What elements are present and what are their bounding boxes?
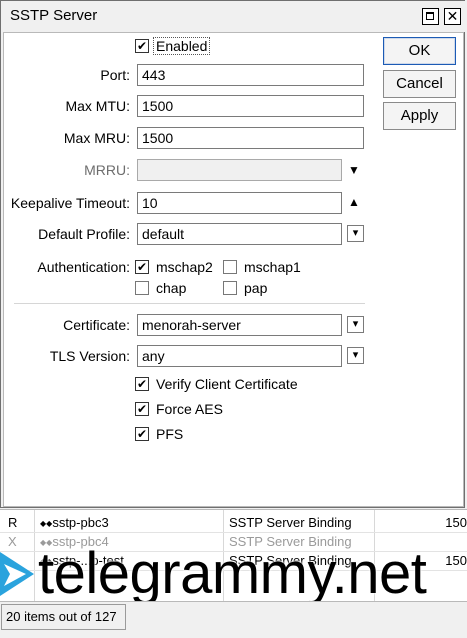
mschap1-label: mschap1 <box>244 259 301 275</box>
check-icon: ✔ <box>136 39 148 53</box>
mschap1-checkbox[interactable] <box>223 260 237 274</box>
max-mru-input[interactable]: 1500 <box>137 127 364 149</box>
close-icon: ✕ <box>446 8 459 24</box>
maximize-button[interactable] <box>422 8 439 25</box>
dialog-title: SSTP Server <box>10 7 98 24</box>
chap-checkbox[interactable] <box>135 281 149 295</box>
row-mtu: 150 <box>445 515 467 530</box>
telegram-logo-icon <box>0 552 34 596</box>
title-bar[interactable]: SSTP Server ✕ <box>1 1 466 32</box>
pfs-checkbox[interactable]: ✔ <box>135 427 149 441</box>
mschap2-checkbox[interactable]: ✔ <box>135 260 149 274</box>
pap-label: pap <box>244 280 268 296</box>
mrru-label: MRRU: <box>84 162 130 178</box>
row-flag: R <box>8 515 18 530</box>
max-mru-label: Max MRU: <box>63 130 130 146</box>
row-name: ◆◆sstp-pbc3 <box>40 515 109 530</box>
interface-icon: ◆◆ <box>40 519 53 528</box>
row-mtu: 150 <box>445 553 467 568</box>
watermark-text: telegrammy.net <box>38 541 427 606</box>
pfs-label: PFS <box>156 426 184 442</box>
dropdown-icon[interactable]: ▾ <box>347 225 364 242</box>
close-button[interactable]: ✕ <box>444 8 461 25</box>
mrru-input[interactable] <box>137 159 342 181</box>
check-icon: ✔ <box>136 377 148 391</box>
expand-down-icon[interactable]: ▼ <box>348 164 360 176</box>
force-aes-checkbox[interactable]: ✔ <box>135 402 149 416</box>
pap-checkbox[interactable] <box>223 281 237 295</box>
enabled-label: Enabled <box>152 37 211 55</box>
section-divider <box>14 303 365 304</box>
verify-client-certificate-checkbox[interactable]: ✔ <box>135 377 149 391</box>
authentication-label: Authentication: <box>37 259 130 275</box>
check-icon: ✔ <box>136 402 148 416</box>
certificate-label: Certificate: <box>63 317 130 333</box>
dropdown-icon[interactable]: ▾ <box>347 316 364 333</box>
table-row[interactable]: R ◆◆sstp-pbc3 SSTP Server Binding 150 <box>0 514 467 533</box>
item-count-status: 20 items out of 127 <box>6 609 117 624</box>
mschap2-label: mschap2 <box>156 259 213 275</box>
sstp-server-dialog: SSTP Server ✕ ✔ Enabled Port: 443 Max MT… <box>0 0 466 508</box>
keepalive-input[interactable]: 10 <box>137 192 342 214</box>
enabled-checkbox[interactable]: ✔ <box>135 39 149 53</box>
default-profile-select[interactable]: default <box>137 223 342 245</box>
chap-label: chap <box>156 280 187 296</box>
certificate-select[interactable]: menorah-server <box>137 314 342 336</box>
keepalive-label: Keepalive Timeout: <box>10 195 130 211</box>
force-aes-label: Force AES <box>156 401 223 417</box>
cancel-button[interactable]: Cancel <box>383 70 456 98</box>
port-label: Port: <box>100 67 130 83</box>
check-icon: ✔ <box>136 427 148 441</box>
row-type: SSTP Server Binding <box>229 515 352 530</box>
default-profile-label: Default Profile: <box>38 226 130 242</box>
dropdown-icon[interactable]: ▾ <box>347 347 364 364</box>
port-input[interactable]: 443 <box>137 64 364 86</box>
collapse-up-icon[interactable]: ▲ <box>348 196 360 208</box>
max-mtu-label: Max MTU: <box>65 98 130 114</box>
status-bar: 20 items out of 127 <box>0 601 467 638</box>
tls-version-select[interactable]: any <box>137 345 342 367</box>
apply-button[interactable]: Apply <box>383 102 456 130</box>
ok-button[interactable]: OK <box>383 37 456 65</box>
tls-version-label: TLS Version: <box>49 348 130 364</box>
verify-client-certificate-label: Verify Client Certificate <box>156 376 298 392</box>
check-icon: ✔ <box>136 260 148 274</box>
max-mtu-input[interactable]: 1500 <box>137 95 364 117</box>
